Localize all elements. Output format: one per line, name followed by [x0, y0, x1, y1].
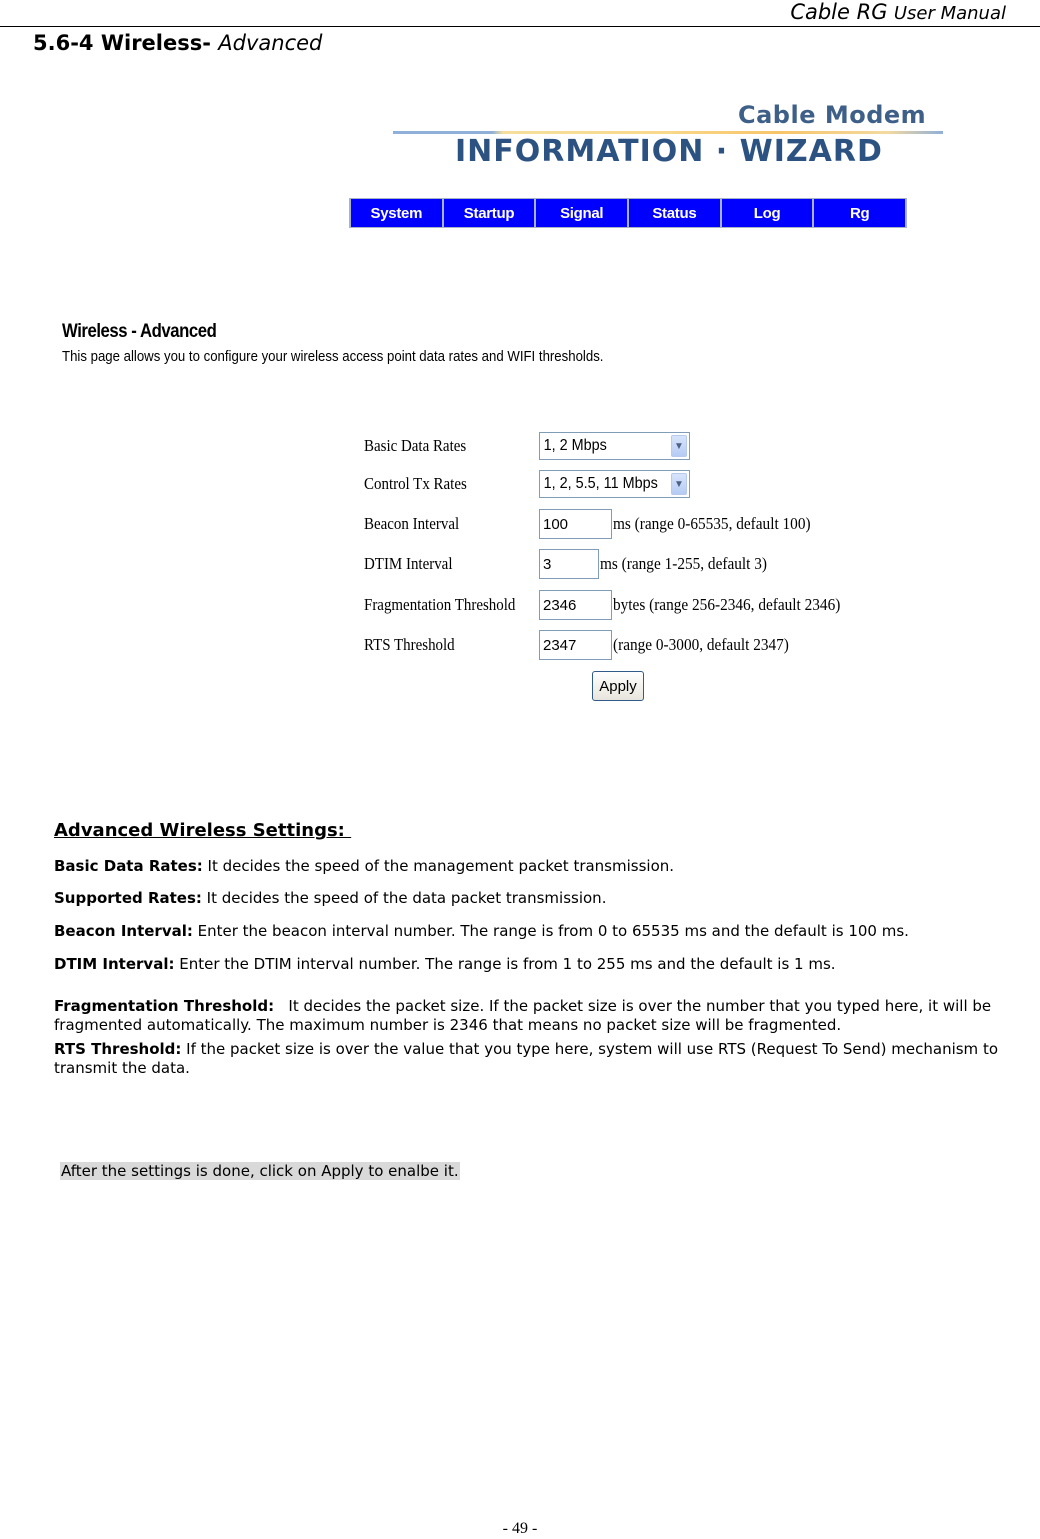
basic-data-rates-label: Basic Data Rates [364, 436, 467, 455]
fragmentation-threshold-hint: bytes (range 256-2346, default 2346) [613, 595, 841, 614]
control-tx-rates-select[interactable]: 1, 2, 5.5, 11 Mbps ▼ [539, 470, 690, 498]
doc-heading: Advanced Wireless Settings: [54, 820, 352, 841]
nav-item-signal[interactable]: Signal [536, 199, 628, 227]
description: Enter the DTIM interval number. The rang… [174, 955, 836, 973]
description: If the packet size is over the value tha… [54, 1040, 998, 1077]
nav-item-log[interactable]: Log [721, 199, 813, 227]
nav-item-system[interactable]: System [351, 199, 442, 227]
dtim-interval-hint: ms (range 1-255, default 3) [600, 554, 767, 573]
page-description: This page allows you to configure your w… [62, 348, 604, 365]
para-dtim-interval: DTIM Interval: Enter the DTIM interval n… [54, 955, 1040, 974]
manual-brand: Cable RG [790, 0, 888, 24]
header-rule [0, 26, 1040, 27]
beacon-interval-hint: ms (range 0-65535, default 100) [613, 514, 811, 533]
page-heading: Wireless - Advanced [62, 321, 217, 342]
para-beacon-interval: Beacon Interval: Enter the beacon interv… [54, 922, 1040, 941]
fragmentation-threshold-input[interactable] [539, 590, 612, 620]
row-rts-threshold: RTS Threshold (range 0-3000, default 234… [364, 629, 808, 661]
description: Enter the beacon interval number. The ra… [192, 922, 909, 940]
description: It decides the speed of the management p… [202, 857, 675, 875]
beacon-interval-label: Beacon Interval [364, 514, 460, 533]
chevron-down-icon[interactable]: ▼ [671, 473, 687, 495]
term: Basic Data Rates: [54, 857, 203, 875]
section-number-title: 5.6-4 Wireless- [33, 31, 211, 55]
row-beacon-interval: Beacon Interval ms (range 0-65535, defau… [364, 508, 833, 540]
fragmentation-threshold-label: Fragmentation Threshold [364, 595, 516, 614]
beacon-interval-input[interactable] [539, 509, 612, 539]
term: Beacon Interval: [54, 922, 193, 940]
nav-item-rg[interactable]: Rg [814, 199, 906, 227]
rts-threshold-input[interactable] [539, 630, 612, 660]
section-subtitle: Advanced [218, 31, 323, 55]
apply-note: After the settings is done, click on App… [60, 1162, 460, 1180]
row-dtim-interval: DTIM Interval ms (range 1-255, default 3… [364, 548, 786, 580]
control-tx-rates-value: 1, 2, 5.5, 11 Mbps [543, 475, 658, 492]
dtim-interval-input[interactable] [539, 549, 599, 579]
basic-data-rates-value: 1, 2 Mbps [543, 437, 607, 454]
chevron-down-icon[interactable]: ▼ [671, 435, 687, 457]
para-basic-data-rates: Basic Data Rates: It decides the speed o… [54, 857, 1040, 876]
row-basic-data-rates: Basic Data Rates 1, 2 Mbps ▼ [364, 430, 690, 462]
section-title: 5.6-4 Wireless- Advanced [33, 31, 322, 55]
logo-information-wizard: INFORMATION · WIZARD [455, 134, 883, 169]
row-control-tx-rates: Control Tx Rates 1, 2, 5.5, 11 Mbps ▼ [364, 468, 690, 500]
control-tx-rates-label: Control Tx Rates [364, 474, 467, 493]
page-number: - 49 - [502, 1520, 538, 1537]
basic-data-rates-select[interactable]: 1, 2 Mbps ▼ [539, 432, 690, 460]
term: RTS Threshold: [54, 1040, 182, 1058]
para-supported-rates: Supported Rates: It decides the speed of… [54, 889, 1040, 908]
row-fragmentation-threshold: Fragmentation Threshold bytes (range 256… [364, 589, 866, 621]
nav-bar: System Startup Signal Status Log Rg [349, 198, 907, 228]
term: Supported Rates: [54, 889, 202, 907]
manual-title: User Manual [893, 3, 1006, 24]
rts-threshold-label: RTS Threshold [364, 635, 455, 654]
para-fragmentation-threshold: Fragmentation Threshold: It decides the … [54, 997, 1040, 1035]
rts-threshold-hint: (range 0-3000, default 2347) [613, 635, 789, 654]
running-header: Cable RG User Manual [790, 0, 1006, 24]
term: Fragmentation Threshold: [54, 997, 275, 1015]
term: DTIM Interval: [54, 955, 175, 973]
para-rts-threshold: RTS Threshold: If the packet size is ove… [54, 1040, 1014, 1078]
apply-button[interactable]: Apply [592, 671, 644, 701]
nav-item-status[interactable]: Status [629, 199, 720, 227]
logo-cable-modem: Cable Modem [738, 101, 927, 129]
nav-item-startup[interactable]: Startup [443, 199, 535, 227]
description: It decides the speed of the data packet … [201, 889, 607, 907]
dtim-interval-label: DTIM Interval [364, 554, 453, 573]
